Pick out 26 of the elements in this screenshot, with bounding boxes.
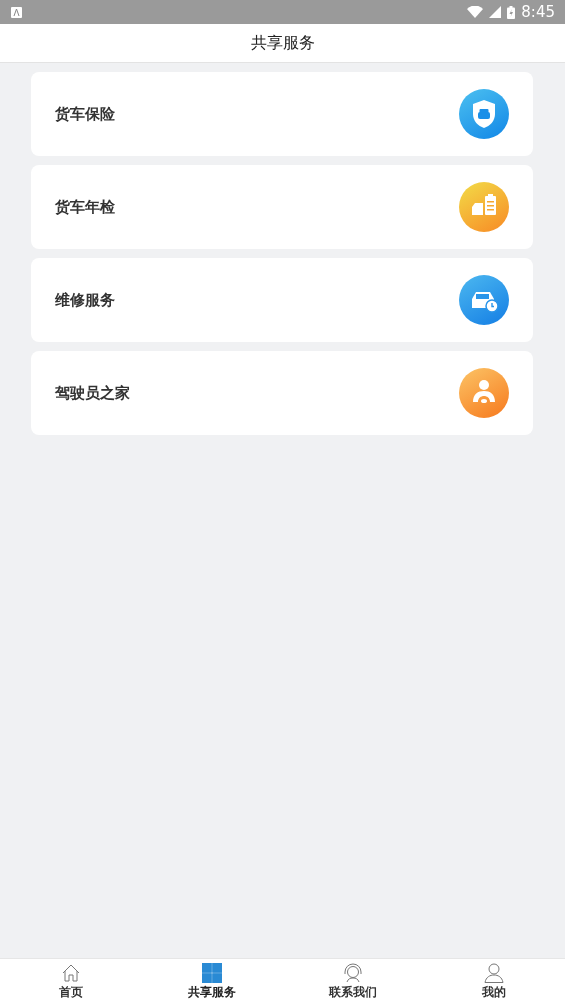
page-title: 共享服务 [250, 32, 315, 54]
car-clipboard-icon [459, 182, 509, 232]
headset-icon [343, 963, 364, 983]
nav-tab[interactable]: 共享服务 [141, 959, 283, 1005]
clock-time: 8:45 [521, 3, 555, 21]
service-label: 驾驶员之家 [55, 383, 130, 403]
shield-car-icon [459, 89, 509, 139]
service-label: 货车保险 [55, 104, 115, 124]
nav-tab[interactable]: 联系我们 [282, 959, 424, 1005]
nav-tab[interactable]: 我的 [423, 959, 565, 1005]
nav-tab[interactable]: 首页 [0, 959, 142, 1005]
car-clock-icon [459, 275, 509, 325]
home-icon [60, 963, 81, 983]
service-card[interactable]: 货车保险 [31, 72, 533, 156]
battery-icon [507, 5, 516, 19]
service-card[interactable]: 货车年检 [31, 165, 533, 249]
person-icon [484, 963, 505, 983]
wifi-icon [467, 6, 484, 18]
service-label: 维修服务 [55, 290, 115, 310]
service-label: 货车年检 [55, 197, 115, 217]
service-card[interactable]: 维修服务 [31, 258, 533, 342]
app-icon [11, 6, 22, 18]
grid-icon [201, 963, 222, 983]
signal-icon [489, 6, 502, 18]
driver-wheel-icon [459, 368, 509, 418]
service-card[interactable]: 驾驶员之家 [31, 351, 533, 435]
